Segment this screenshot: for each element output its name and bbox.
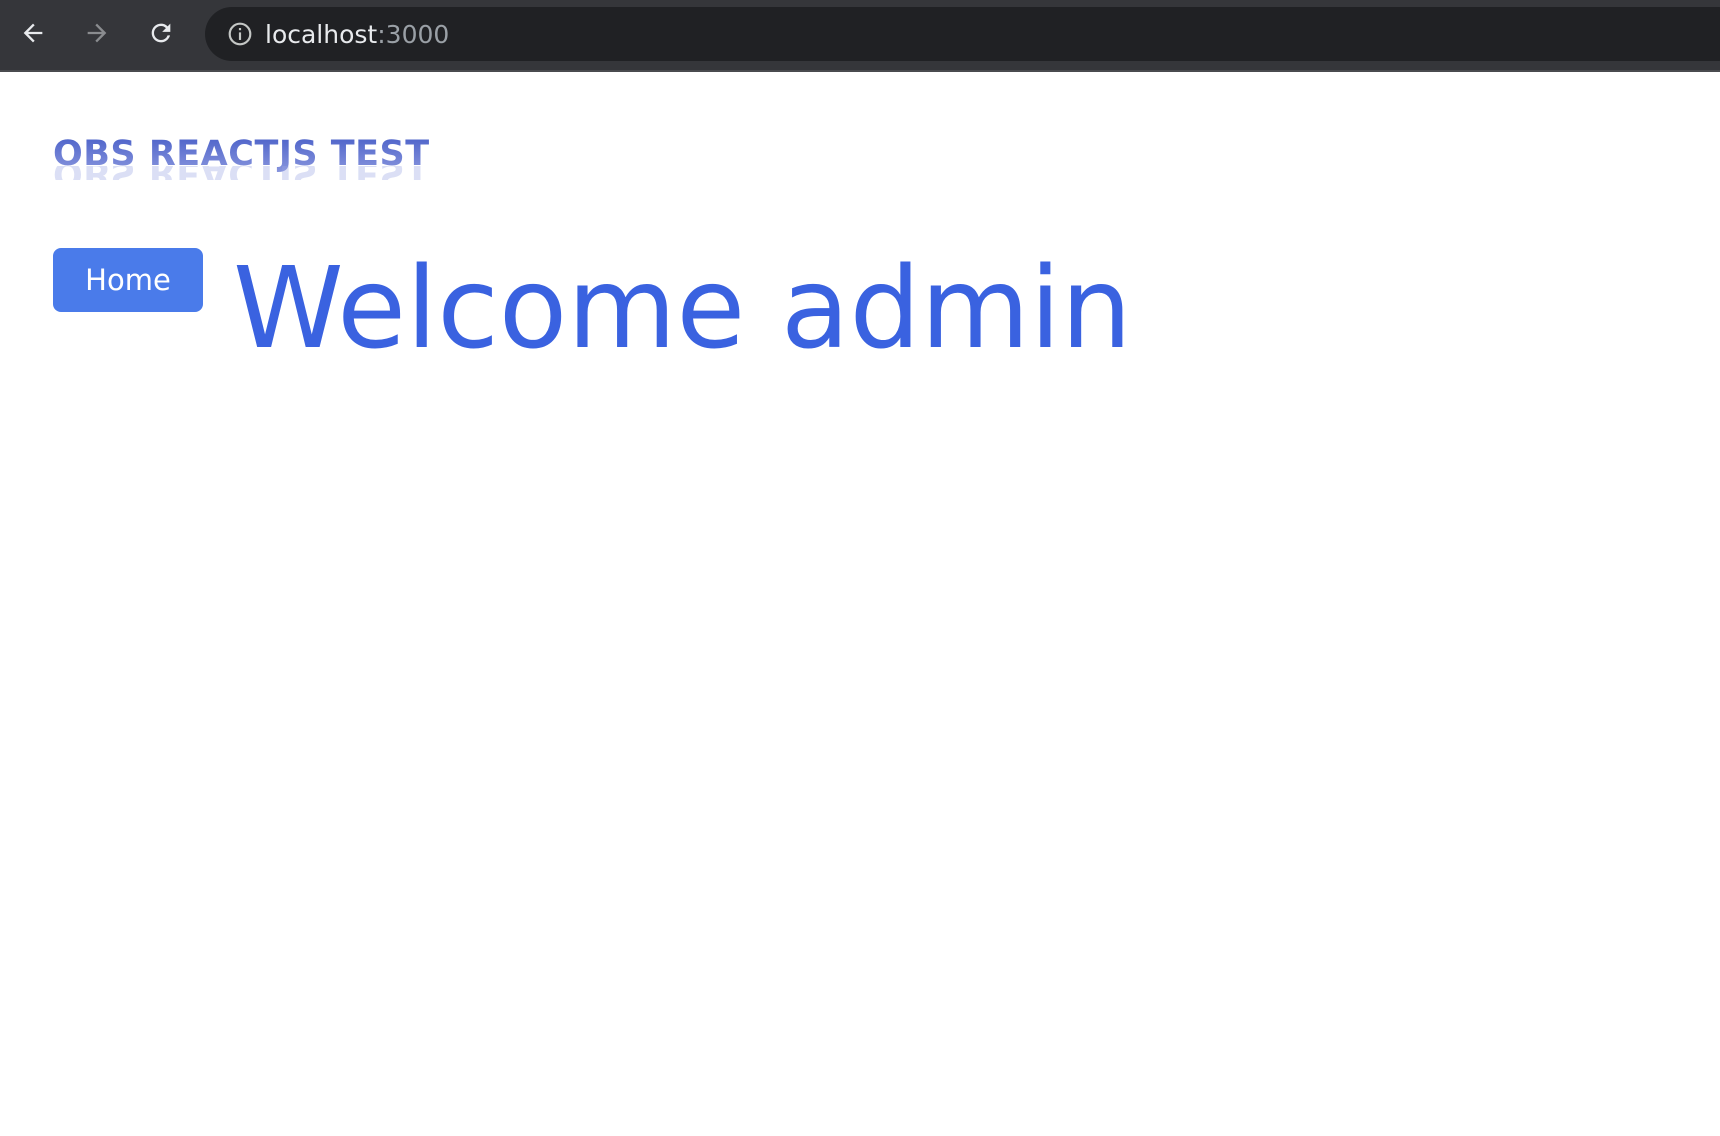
welcome-heading: Welcome admin xyxy=(233,244,1132,374)
info-icon[interactable] xyxy=(227,21,253,47)
reload-button[interactable] xyxy=(142,14,180,52)
url-host: localhost xyxy=(265,19,378,49)
url-text[interactable]: localhost:3000 xyxy=(265,20,449,49)
browser-toolbar: localhost:3000 xyxy=(0,0,1720,72)
page-content: OBS REACTJS TEST OBS REACTJS TEST Home W… xyxy=(0,72,1720,1136)
home-button[interactable]: Home xyxy=(53,248,203,312)
forward-button[interactable] xyxy=(78,14,116,52)
reload-icon xyxy=(147,19,175,47)
forward-arrow-icon xyxy=(83,19,111,47)
address-bar[interactable]: localhost:3000 xyxy=(205,7,1720,61)
site-title-reflection: OBS REACTJS TEST xyxy=(53,166,430,180)
url-port: :3000 xyxy=(377,19,450,49)
back-arrow-icon xyxy=(19,19,47,47)
back-button[interactable] xyxy=(14,14,52,52)
